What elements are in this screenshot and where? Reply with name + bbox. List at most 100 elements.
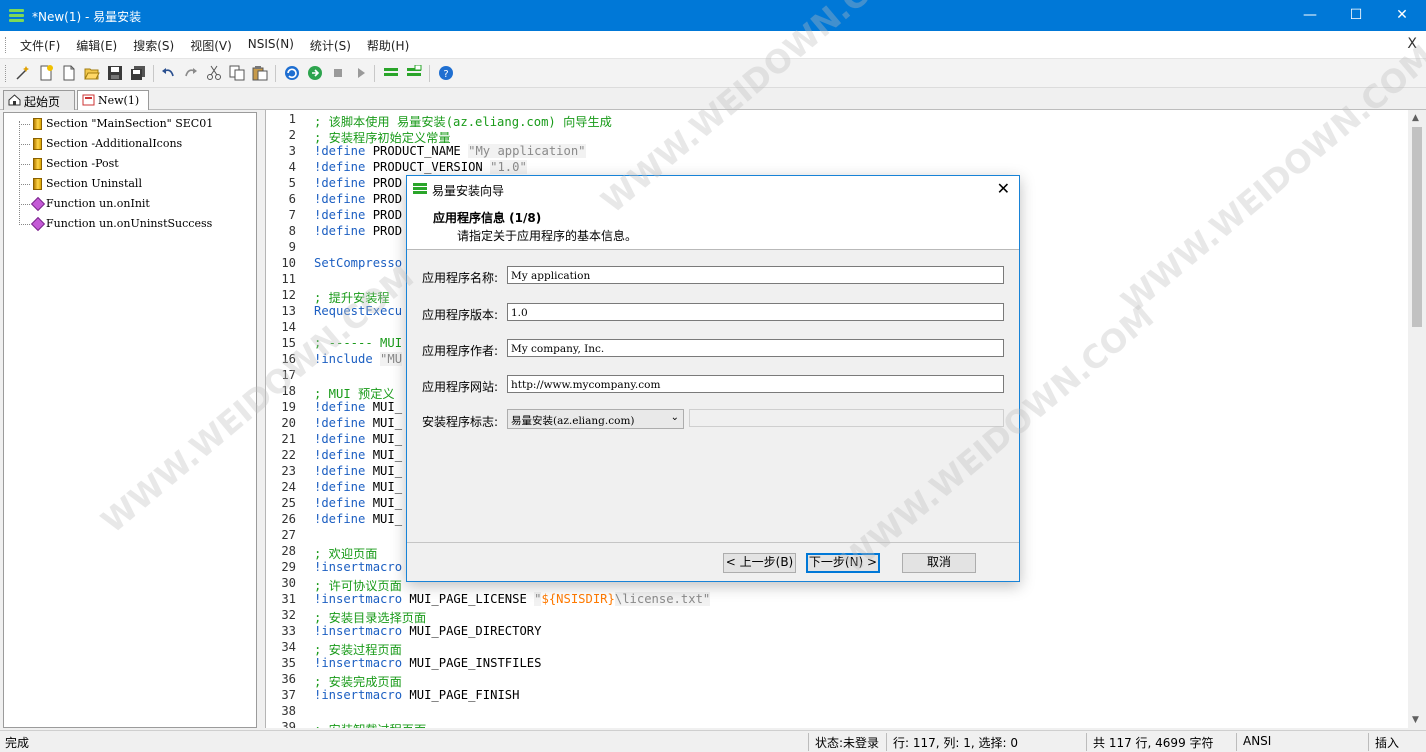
line-number: 22	[281, 448, 296, 462]
status-divider	[808, 733, 809, 751]
line-number: 25	[281, 496, 296, 510]
scroll-up-icon[interactable]: ▲	[1412, 113, 1419, 123]
tree-item-label: Function un.onUninstSuccess	[46, 217, 213, 230]
tab-label: 起始页	[24, 95, 61, 109]
section-icon	[33, 118, 42, 130]
dialog-title-bar: 易量安装向导 ✕	[407, 176, 1019, 202]
wizard-icon[interactable]	[15, 65, 31, 81]
code-text: RequestExecu	[314, 304, 402, 318]
line-number: 10	[281, 256, 296, 270]
line-number: 8	[288, 224, 296, 238]
app-version-label: 应用程序版本:	[422, 308, 499, 322]
tree-connector	[19, 204, 30, 205]
tree-guide	[19, 121, 20, 223]
editor-scrollbar[interactable]: ▲ ▼	[1408, 110, 1426, 728]
menu-item[interactable]: 帮助(H)	[359, 37, 417, 54]
code-token: MUI_	[365, 416, 403, 430]
code-line: 37 !insertmacro MUI_PAGE_FINISH	[266, 688, 1406, 704]
code-token: PROD	[365, 208, 403, 222]
prev-button[interactable]: < 上一步(B)	[723, 553, 796, 573]
new-script-icon[interactable]	[38, 65, 54, 81]
help-icon[interactable]: ?	[438, 65, 454, 81]
code-token: MUI_PAGE_DIRECTORY	[402, 624, 542, 638]
close-document-button[interactable]: X	[1407, 36, 1417, 52]
code-line: 39 ; 安装卸载过程页面	[266, 720, 1406, 728]
stop-icon[interactable]	[330, 65, 346, 81]
menu-item[interactable]: 视图(V)	[182, 37, 240, 54]
code-token: ; 安装完成页面	[314, 675, 402, 689]
undo-icon[interactable]	[160, 65, 176, 81]
save-all-icon[interactable]	[130, 65, 146, 81]
code-token: SetCompresso	[314, 256, 403, 270]
line-number: 9	[288, 240, 296, 254]
code-text: !define MUI_	[314, 480, 402, 494]
line-number: 4	[288, 160, 296, 174]
minimize-button[interactable]: —	[1287, 0, 1333, 31]
redo-icon[interactable]	[183, 65, 199, 81]
close-button[interactable]: ✕	[1379, 0, 1425, 31]
app-website-label: 应用程序网站:	[422, 380, 499, 394]
open-folder-icon[interactable]	[84, 65, 100, 81]
app-website-field[interactable]	[507, 375, 1004, 393]
status-insert-mode: 插入	[1375, 736, 1400, 750]
installer-logo-select[interactable]: 易量安装(az.eliang.com) ⌄	[507, 409, 684, 429]
line-number: 21	[281, 432, 296, 446]
code-line: 36 ; 安装完成页面	[266, 672, 1406, 689]
menu-item[interactable]: 统计(S)	[302, 37, 359, 54]
code-token: MUI_PAGE_INSTFILES	[402, 656, 542, 670]
tab-new-1[interactable]: New(1)✕	[77, 90, 149, 123]
menu-item[interactable]: NSIS(N)	[240, 37, 302, 54]
toolbar-grip[interactable]	[5, 65, 8, 82]
code-text: !define PROD	[314, 176, 402, 190]
collapse-icon[interactable]	[383, 65, 399, 81]
status-divider	[1368, 733, 1369, 751]
dialog-close-button[interactable]: ✕	[997, 179, 1010, 198]
scroll-down-icon[interactable]: ▼	[1412, 715, 1419, 725]
menu-item[interactable]: 搜索(S)	[125, 37, 182, 54]
line-number: 38	[281, 704, 296, 718]
code-token: ; ------ MUI	[314, 336, 403, 350]
scroll-thumb[interactable]	[1412, 127, 1422, 327]
code-line: 2 ; 安装程序初始定义常量	[266, 128, 1406, 145]
code-token: MUI_	[365, 512, 403, 526]
code-line: 33 !insertmacro MUI_PAGE_DIRECTORY	[266, 624, 1406, 640]
menu-item[interactable]: 文件(F)	[12, 37, 68, 54]
tab-start-page[interactable]: 起始页✕	[3, 90, 75, 126]
line-number: 36	[281, 672, 296, 686]
compile-icon[interactable]	[284, 65, 300, 81]
line-number: 2	[288, 128, 296, 142]
status-divider	[886, 733, 887, 751]
toolbar-separator	[429, 65, 430, 82]
line-number: 39	[281, 720, 296, 728]
dialog-header: 应用程序信息 (1/8) 请指定关于应用程序的基本信息。	[407, 202, 1019, 250]
paste-icon[interactable]	[252, 65, 268, 81]
play-icon[interactable]	[353, 65, 369, 81]
maximize-button[interactable]: ☐	[1333, 0, 1379, 31]
setup-wizard-dialog: 易量安装向导 ✕ 应用程序信息 (1/8) 请指定关于应用程序的基本信息。 应用…	[406, 175, 1020, 582]
run-icon[interactable]	[307, 65, 323, 81]
app-author-field[interactable]	[507, 339, 1004, 357]
next-button[interactable]: 下一步(N) >	[806, 553, 880, 573]
status-divider	[1086, 733, 1087, 751]
section-icon	[33, 178, 42, 190]
copy-icon[interactable]	[229, 65, 245, 81]
app-version-field[interactable]	[507, 303, 1004, 321]
new-file-icon[interactable]	[61, 65, 77, 81]
code-token: ; 安装程序初始定义常量	[314, 131, 451, 145]
code-token: "My application"	[468, 144, 586, 158]
line-number: 16	[281, 352, 296, 366]
line-number: 31	[281, 592, 296, 606]
cut-icon[interactable]	[206, 65, 222, 81]
expand-icon[interactable]	[406, 65, 422, 81]
code-text: !insertmacro MUI_PAGE_LICENSE "${NSISDIR…	[314, 592, 711, 606]
line-number: 30	[281, 576, 296, 590]
app-author-label: 应用程序作者:	[422, 344, 499, 358]
cancel-button[interactable]: 取消	[902, 553, 976, 573]
save-icon[interactable]	[107, 65, 123, 81]
line-number: 26	[281, 512, 296, 526]
menu-grip[interactable]	[5, 37, 8, 53]
line-number: 29	[281, 560, 296, 574]
menu-item[interactable]: 编辑(E)	[68, 37, 125, 54]
installer-logo-value: 易量安装(az.eliang.com)	[511, 415, 635, 427]
app-name-field[interactable]	[507, 266, 1004, 284]
